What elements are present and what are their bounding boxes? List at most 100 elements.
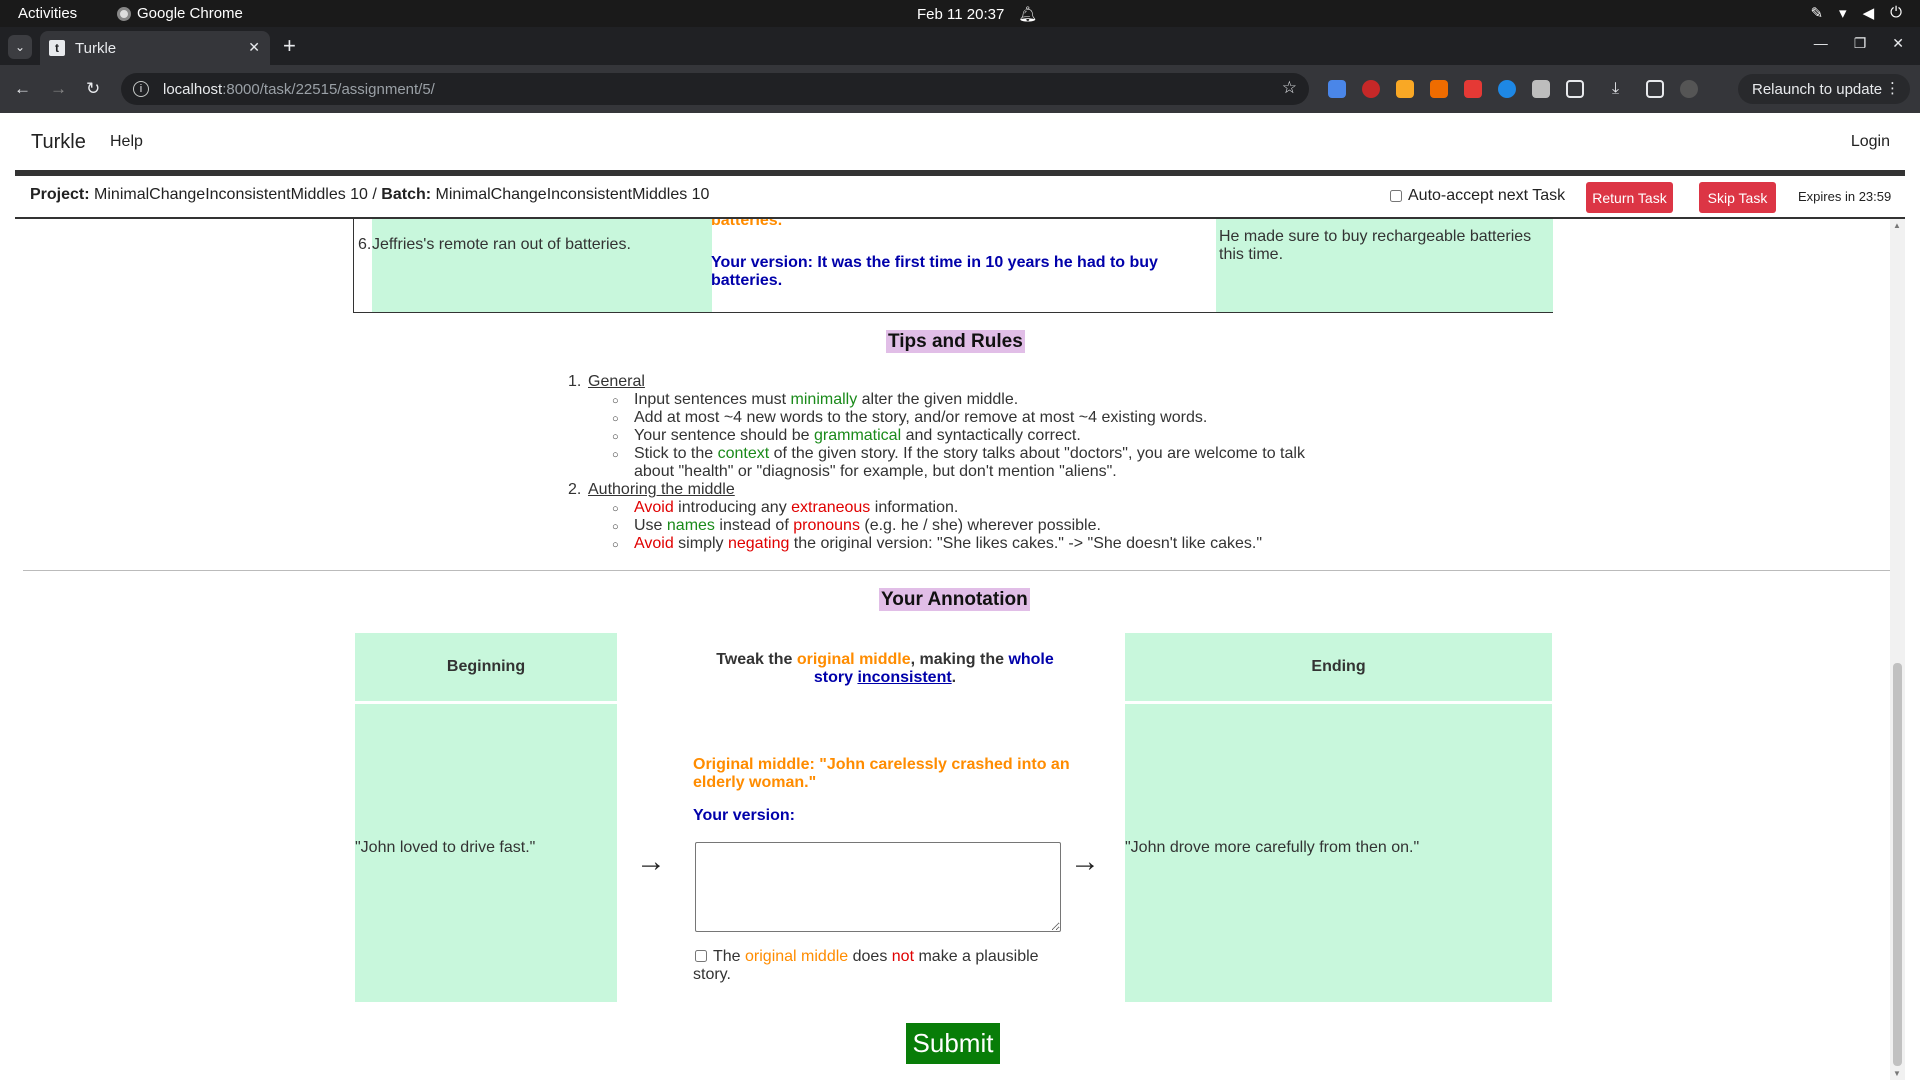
arrow-right-icon: → bbox=[1070, 845, 1100, 878]
auto-accept-checkbox[interactable] bbox=[1390, 190, 1402, 202]
submit-button[interactable]: Submit bbox=[906, 1023, 1000, 1064]
extension-icon[interactable] bbox=[1396, 80, 1414, 98]
implausible-toggle[interactable]: The original middle does not make a plau… bbox=[693, 948, 1073, 984]
help-link[interactable]: Help bbox=[110, 133, 143, 151]
ending-body: "John drove more carefully from then on.… bbox=[1125, 704, 1552, 1002]
separator: / bbox=[367, 186, 382, 203]
ublock-icon[interactable] bbox=[1362, 80, 1380, 98]
new-tab-button[interactable]: + bbox=[283, 33, 296, 59]
implausible-checkbox[interactable] bbox=[695, 950, 707, 962]
section-title: General bbox=[588, 373, 645, 390]
beginning-body: "John loved to drive fast." bbox=[355, 704, 617, 1002]
scrollbar-thumb[interactable] bbox=[1893, 663, 1902, 1066]
close-tab-icon[interactable]: ✕ bbox=[248, 39, 260, 56]
middle-instructions: Tweak the original middle, making the wh… bbox=[716, 651, 1054, 686]
system-tray[interactable]: ✎ ▾ ◀︎ ⏻ bbox=[1810, 4, 1902, 22]
download-icon[interactable]: ⤓ bbox=[1612, 80, 1630, 98]
side-panel-icon[interactable] bbox=[1646, 80, 1664, 98]
browser-toolbar: ← → ↻ i localhost:8000/task/22515/assign… bbox=[0, 65, 1920, 113]
list-item: Add at most ~4 new words to the story, a… bbox=[612, 409, 1368, 428]
project-name: MinimalChangeInconsistentMiddles 10 bbox=[94, 186, 368, 203]
scroll-up-icon[interactable]: ▲ bbox=[1893, 221, 1901, 230]
maximize-icon[interactable]: ❐ bbox=[1854, 35, 1867, 52]
tips-title: Tips and Rules bbox=[886, 330, 1025, 353]
project-bar: Project: MinimalChangeInconsistentMiddle… bbox=[15, 176, 1905, 219]
beginning-header: Beginning bbox=[355, 633, 617, 701]
arrow-right-icon: → bbox=[636, 845, 666, 878]
authoring-rules: Avoid introducing any extraneous informa… bbox=[588, 499, 1368, 554]
ending-header: Ending bbox=[1125, 633, 1552, 701]
turkle-favicon-icon: t bbox=[49, 40, 65, 56]
section-number: 1. bbox=[568, 373, 582, 390]
window-controls: — ❐ ✕ bbox=[1814, 35, 1904, 52]
example-beginning: Jeffries's remote ran out of batteries. bbox=[372, 236, 631, 253]
example-ending: He made sure to buy rechargeable batteri… bbox=[1219, 228, 1532, 263]
tips-heading: Tips and Rules bbox=[886, 330, 1025, 353]
section-divider bbox=[23, 570, 1897, 571]
extension-icon[interactable] bbox=[1430, 80, 1448, 98]
chrome-icon bbox=[117, 6, 131, 21]
clock-text: Feb 11 20:37 bbox=[917, 5, 1005, 23]
bookmark-star-icon[interactable]: ☆ bbox=[1282, 78, 1297, 98]
document-icon[interactable] bbox=[1532, 80, 1550, 98]
close-window-icon[interactable]: ✕ bbox=[1892, 35, 1904, 52]
tips-list: 1. General Input sentences must minimall… bbox=[568, 373, 1368, 554]
list-item: Use names instead of pronouns (e.g. he /… bbox=[612, 517, 1368, 536]
tab-title: Turkle bbox=[75, 39, 117, 57]
list-item: Avoid introducing any extraneous informa… bbox=[612, 499, 1368, 518]
extension-icon[interactable] bbox=[1328, 80, 1346, 98]
tab-strip: ⌄ t Turkle ✕ + — ❐ ✕ bbox=[0, 27, 1920, 65]
expires-timer: Expires in 23:59 bbox=[1798, 189, 1892, 204]
auto-accept-toggle[interactable]: Auto-accept next Task bbox=[1390, 187, 1565, 205]
relaunch-button[interactable]: Relaunch to update ⋮ bbox=[1738, 74, 1910, 104]
reload-button[interactable]: ↻ bbox=[86, 79, 100, 99]
bell-icon: 🔔︎ bbox=[1018, 6, 1038, 23]
chevron-down-icon: ⌄ bbox=[14, 40, 26, 54]
clock[interactable]: Feb 11 20:37 🔔︎ bbox=[917, 5, 1038, 24]
tab-turkle[interactable]: t Turkle ✕ bbox=[40, 31, 270, 65]
address-bar[interactable]: i localhost:8000/task/22515/assignment/5… bbox=[121, 73, 1309, 105]
example-beginning-cell bbox=[372, 219, 712, 312]
forward-button[interactable]: → bbox=[50, 79, 67, 99]
beginning-column: Beginning "John loved to drive fast." bbox=[355, 633, 617, 1002]
general-rules: Input sentences must minimally alter the… bbox=[588, 391, 1368, 481]
back-button[interactable]: ← bbox=[14, 79, 31, 99]
app-menu[interactable]: Google Chrome bbox=[117, 5, 243, 22]
tab-search-button[interactable]: ⌄ bbox=[8, 35, 32, 59]
profile-avatar-icon[interactable] bbox=[1680, 80, 1698, 98]
skip-task-button[interactable]: Skip Task bbox=[1699, 182, 1776, 213]
youtube-icon[interactable] bbox=[1464, 80, 1482, 98]
puzzle-icon[interactable] bbox=[1566, 80, 1584, 98]
activities-button[interactable]: Activities bbox=[18, 5, 77, 22]
kebab-menu-icon: ⋮ bbox=[1885, 80, 1900, 97]
site-header: Turkle Help Login bbox=[15, 118, 1905, 168]
batch-label: Batch: bbox=[381, 186, 432, 203]
example-number: 6. bbox=[358, 236, 372, 253]
return-task-button[interactable]: Return Task bbox=[1586, 182, 1673, 213]
section-title: Authoring the middle bbox=[588, 481, 735, 498]
task-content: 6. Jeffries's remote ran out of batterie… bbox=[15, 219, 1905, 1080]
tips-section-authoring: 2. Authoring the middle Avoid introducin… bbox=[568, 481, 1368, 554]
original-middle: Original middle: "John carelessly crashe… bbox=[693, 756, 1070, 791]
ending-column: Ending "John drove more carefully from t… bbox=[1125, 633, 1552, 1002]
example-original-middle: batteries. bbox=[711, 219, 783, 229]
login-link[interactable]: Login bbox=[1851, 133, 1890, 151]
minimize-icon[interactable]: — bbox=[1814, 35, 1828, 52]
extension-icon[interactable] bbox=[1498, 80, 1516, 98]
url-host: localhost bbox=[163, 80, 223, 98]
relaunch-label: Relaunch to update bbox=[1752, 80, 1883, 98]
project-info: Project: MinimalChangeInconsistentMiddle… bbox=[30, 186, 709, 204]
batch-name: MinimalChangeInconsistentMiddles 10 bbox=[435, 186, 710, 203]
your-version-input[interactable] bbox=[695, 842, 1061, 932]
scroll-down-icon[interactable]: ▼ bbox=[1893, 1069, 1901, 1078]
volume-icon: ◀︎ bbox=[1862, 5, 1875, 22]
list-item: Your sentence should be grammatical and … bbox=[612, 427, 1368, 446]
site-info-icon[interactable]: i bbox=[133, 81, 149, 97]
your-version-label: Your version: bbox=[693, 807, 795, 824]
wifi-icon: ▾ bbox=[1839, 5, 1847, 22]
brand-link[interactable]: Turkle bbox=[31, 131, 86, 154]
section-number: 2. bbox=[568, 481, 582, 498]
page-scrollbar[interactable]: ▲ ▼ bbox=[1890, 219, 1905, 1080]
tips-section-general: 1. General Input sentences must minimall… bbox=[568, 373, 1368, 481]
annotation-heading: Your Annotation bbox=[879, 588, 1030, 611]
